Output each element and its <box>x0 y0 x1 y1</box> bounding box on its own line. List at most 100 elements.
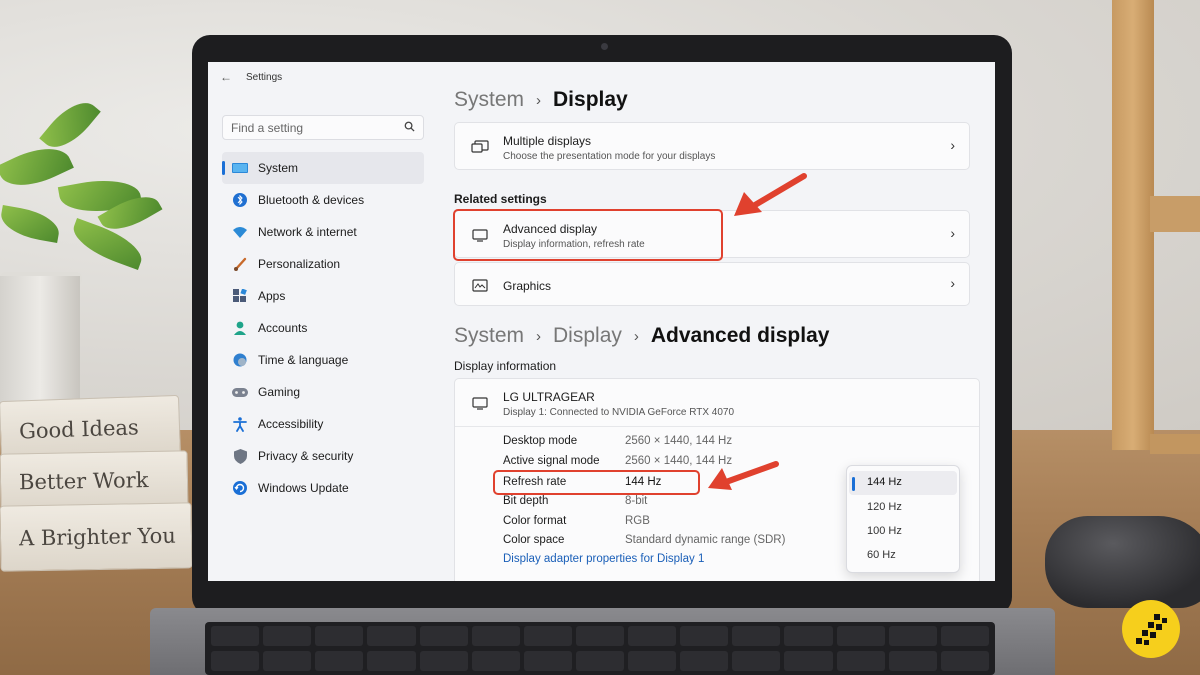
display-adapter-properties-link[interactable]: Display adapter properties for Display 1 <box>503 553 704 565</box>
page-title-advanced: Advanced display <box>650 324 830 347</box>
graphics-card[interactable]: Graphics › <box>454 262 970 306</box>
key <box>888 650 937 671</box>
back-arrow-icon[interactable]: ← <box>220 70 232 84</box>
book-title: Good Ideas <box>18 415 140 444</box>
sidebar-item-bluetooth[interactable]: Bluetooth & devices <box>222 184 424 216</box>
sidebar-item-apps[interactable]: Apps <box>222 280 424 312</box>
breadcrumb-separator: › <box>536 327 542 345</box>
key <box>263 626 312 646</box>
apps-icon <box>232 288 248 304</box>
sidebar-nav: System Bluetooth & devices Network & int… <box>222 152 424 504</box>
brush-icon <box>232 256 248 272</box>
shield-icon <box>232 448 248 464</box>
bit-depth-value: 8-bit <box>625 495 648 507</box>
key <box>315 650 364 671</box>
key <box>523 626 572 646</box>
key <box>575 626 625 646</box>
key <box>680 626 729 646</box>
person-icon <box>232 320 248 336</box>
arrow-to-advanced-display-icon <box>734 173 807 216</box>
shelf-board-lower <box>1150 434 1200 454</box>
key <box>732 650 781 671</box>
breadcrumb-system[interactable]: System <box>454 324 524 348</box>
sidebar-item-system[interactable]: System <box>222 152 424 184</box>
breadcrumb: System › Display <box>454 88 628 112</box>
key <box>836 626 885 646</box>
sidebar-item-network[interactable]: Network & internet <box>222 216 424 248</box>
key <box>367 650 416 671</box>
wifi-icon <box>232 224 248 240</box>
key <box>471 626 520 646</box>
shelf-board <box>1150 196 1200 232</box>
refresh-option-100[interactable]: 100 Hz <box>867 525 902 537</box>
settings-window: ← Settings Find a setting System Bluetoo… <box>208 62 995 581</box>
key <box>419 650 468 671</box>
key <box>732 626 781 646</box>
key <box>419 626 468 646</box>
breadcrumb-display[interactable]: Display <box>553 324 622 348</box>
sidebar-item-label: Gaming <box>258 385 301 399</box>
sidebar-item-label: Accounts <box>258 321 308 335</box>
search-input[interactable]: Find a setting <box>222 115 424 140</box>
refresh-rate-dropdown[interactable]: 144 Hz 120 Hz 100 Hz 60 Hz <box>846 465 960 573</box>
brand-logo-icon <box>1136 614 1167 645</box>
breadcrumb-advanced: System › Display › Advanced display <box>454 324 829 348</box>
refresh-option-120[interactable]: 120 Hz <box>867 501 902 513</box>
monitor-name: LG ULTRAGEAR <box>503 390 595 404</box>
sidebar-item-privacy-security[interactable]: Privacy & security <box>222 440 424 472</box>
chevron-right-icon: › <box>950 225 955 241</box>
globe-clock-icon <box>232 352 248 368</box>
bit-depth-label: Bit depth <box>503 495 549 507</box>
sidebar-item-personalization[interactable]: Personalization <box>222 248 424 280</box>
key <box>367 626 416 646</box>
page-title: Display <box>553 88 628 111</box>
update-icon <box>232 480 248 496</box>
key <box>211 650 260 671</box>
key <box>940 650 989 671</box>
refresh-option-60[interactable]: 60 Hz <box>867 549 896 561</box>
color-format-label: Color format <box>503 515 567 527</box>
sidebar-item-accounts[interactable]: Accounts <box>222 312 424 344</box>
refresh-option-144[interactable]: 144 Hz <box>867 476 902 488</box>
accessibility-icon <box>232 416 248 432</box>
sidebar-item-time-language[interactable]: Time & language <box>222 344 424 376</box>
sidebar-item-label: Bluetooth & devices <box>258 193 365 207</box>
computer-mouse <box>1045 516 1200 608</box>
graphics-title: Graphics <box>503 279 552 293</box>
sidebar-item-label: Privacy & security <box>258 449 354 463</box>
color-format-value: RGB <box>625 515 650 527</box>
sidebar-item-label: Accessibility <box>258 417 324 431</box>
shelf-post <box>1112 0 1154 450</box>
sidebar-item-label: System <box>258 161 299 175</box>
chevron-right-icon: › <box>950 275 955 291</box>
multiple-displays-card[interactable]: Multiple displays Choose the presentatio… <box>454 122 970 170</box>
key <box>628 626 677 646</box>
related-settings-heading: Related settings <box>454 192 547 206</box>
sidebar-item-windows-update[interactable]: Windows Update <box>222 472 424 504</box>
dropdown-selected-indicator <box>852 477 855 491</box>
desktop-mode-label: Desktop mode <box>503 435 578 447</box>
sidebar-item-label: Time & language <box>258 353 349 367</box>
key <box>940 626 989 646</box>
book-a-brighter-you: A Brighter You <box>0 502 193 572</box>
title-bar: ← Settings <box>220 70 282 84</box>
search-icon <box>404 121 415 132</box>
webcam <box>601 43 608 50</box>
arrow-to-refresh-rate-icon <box>708 461 779 490</box>
breadcrumb-system[interactable]: System <box>454 88 524 112</box>
chevron-right-icon: › <box>950 137 955 153</box>
sidebar-item-gaming[interactable]: Gaming <box>222 376 424 408</box>
key <box>888 626 937 646</box>
app-title: Settings <box>246 71 283 83</box>
dropdown-selected-background <box>849 471 957 495</box>
monitor-header[interactable]: LG ULTRAGEAR Display 1: Connected to NVI… <box>455 379 979 427</box>
multiple-displays-title: Multiple displays <box>503 134 592 148</box>
sidebar-item-accessibility[interactable]: Accessibility <box>222 408 424 440</box>
monitor-icon <box>232 160 248 176</box>
monitor-connection: Display 1: Connected to NVIDIA GeForce R… <box>503 407 735 418</box>
brand-logo-badge <box>1122 600 1180 658</box>
sidebar-item-label: Personalization <box>258 257 341 271</box>
book-title: A Brighter You <box>18 523 176 551</box>
key <box>523 650 572 671</box>
key <box>211 626 260 646</box>
